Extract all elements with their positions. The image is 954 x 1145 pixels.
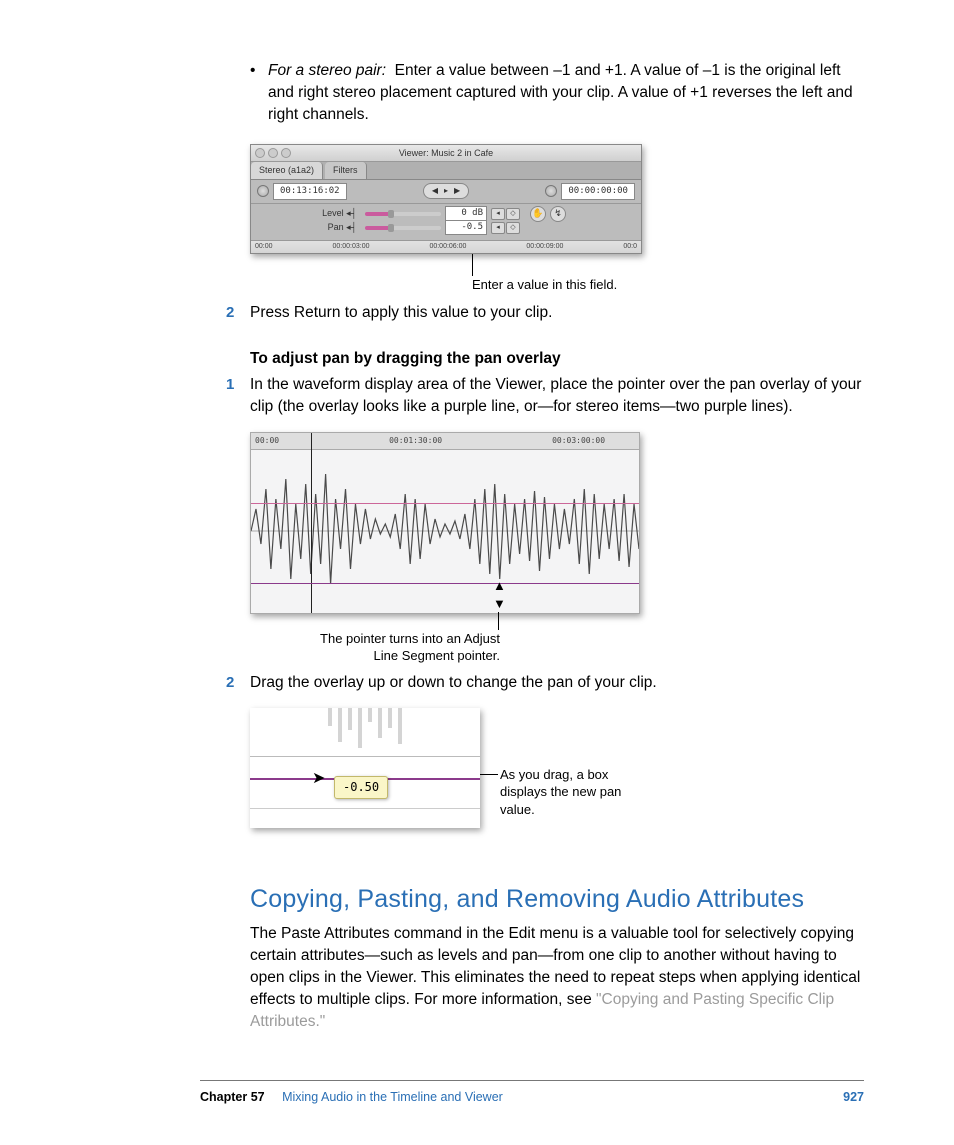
viewer-timecode-row: 00:13:16:02 ◀ ▸ ▶ 00:00:00:00	[251, 180, 641, 204]
ruler-tick: 00:00	[255, 242, 273, 252]
figure-drag-pan: ➤ -0.50 As you drag, a box displays the …	[250, 708, 864, 828]
figure2-caption: The pointer turns into an Adjust Line Se…	[300, 630, 500, 665]
ruler-tick: 00:00:09:00	[526, 242, 563, 252]
grab-icon[interactable]: ✋	[530, 206, 546, 222]
page-footer: Chapter 57 Mixing Audio in the Timeline …	[200, 1080, 864, 1107]
zoom-dot-icon	[281, 148, 291, 158]
pan-overlay-line[interactable]	[251, 583, 639, 584]
step-number: 1	[226, 374, 234, 395]
close-dot-icon	[255, 148, 265, 158]
mark-out-icon[interactable]: ▶	[454, 185, 460, 196]
drag-pan-box: ➤ -0.50	[250, 708, 480, 828]
timecode-left[interactable]: 00:13:16:02	[273, 183, 347, 200]
bullet-stereo-pair: • For a stereo pair: Enter a value betwe…	[250, 60, 864, 126]
ruler-tick: 00:0	[623, 242, 637, 252]
pan-label: Pan ◂┤	[257, 221, 361, 234]
waveform-ruler: 00:00 00:01:30:00 00:03:00:00 00:04:3	[251, 433, 639, 450]
figure-viewer: Viewer: Music 2 in Cafe Stereo (a1a2) Fi…	[250, 144, 864, 292]
tab-stereo[interactable]: Stereo (a1a2)	[251, 162, 323, 179]
ruler-tick: 00:00:03:00	[333, 242, 370, 252]
viewer-title: Viewer: Music 2 in Cafe	[399, 147, 493, 160]
step-text: Press Return to apply this value to your…	[250, 304, 552, 321]
ruler-tick: 00:00	[255, 435, 279, 446]
waveform-faded	[250, 708, 480, 752]
play-icon[interactable]: ▸	[444, 185, 448, 196]
figure3-caption: As you drag, a box displays the new pan …	[500, 766, 650, 819]
step-2-drag: 2 Drag the overlay up or down to change …	[250, 672, 864, 694]
waveform-svg	[251, 449, 639, 613]
figure1-caption: Enter a value in this field.	[472, 276, 617, 294]
ruler-tick: 00:01:30:00	[389, 435, 442, 446]
bullet-text: For a stereo pair: Enter a value between…	[268, 60, 864, 126]
level-slider[interactable]	[365, 212, 441, 216]
level-keyframe-add-icon[interactable]: ◇	[506, 208, 520, 220]
jog-icon-right[interactable]	[545, 185, 557, 197]
viewer-ruler: 00:00 00:00:03:00 00:00:06:00 00:00:09:0…	[251, 240, 641, 253]
playhead-line	[311, 433, 312, 613]
level-row: Level ◂┤ 0 dB ◂ ◇ ✋ ↯	[257, 207, 635, 221]
figure1-callout: Enter a value in this field.	[250, 258, 864, 292]
step-1-waveform: 1 In the waveform display area of the Vi…	[250, 374, 864, 418]
section-title: Copying, Pasting, and Removing Audio Att…	[250, 882, 864, 918]
pan-field[interactable]: -0.5	[445, 220, 487, 235]
footer-chapter-title: Mixing Audio in the Timeline and Viewer	[282, 1090, 503, 1104]
level-field[interactable]: 0 dB	[445, 206, 487, 221]
step-text: In the waveform display area of the View…	[250, 376, 861, 415]
level-keyframe-prev-icon[interactable]: ◂	[491, 208, 505, 220]
drag-icon[interactable]: ↯	[550, 206, 566, 222]
callout-line	[472, 254, 473, 276]
window-controls	[255, 148, 291, 158]
min-dot-icon	[268, 148, 278, 158]
play-buttons[interactable]: ◀ ▸ ▶	[423, 183, 469, 198]
tab-filters[interactable]: Filters	[325, 162, 367, 179]
viewer-params: Level ◂┤ 0 dB ◂ ◇ ✋ ↯ Pan ◂┤	[251, 204, 641, 240]
baseline	[250, 808, 480, 809]
pan-keyframe-prev-icon[interactable]: ◂	[491, 222, 505, 234]
step-text: Drag the overlay up or down to change th…	[250, 674, 657, 691]
step-2-return: 2 Press Return to apply this value to yo…	[250, 302, 864, 324]
viewer-window: Viewer: Music 2 in Cafe Stereo (a1a2) Fi…	[250, 144, 642, 254]
ruler-tick: 00:03:00:00	[552, 435, 605, 446]
step-number: 2	[226, 302, 234, 323]
pan-row: Pan ◂┤ -0.5 ◂ ◇	[257, 221, 635, 235]
waveform-box: 00:00 00:01:30:00 00:03:00:00 00:04:3	[250, 432, 640, 614]
jog-icon[interactable]	[257, 185, 269, 197]
divider-line	[250, 756, 480, 757]
level-overlay-line	[251, 503, 639, 504]
figure-waveform: 00:00 00:01:30:00 00:03:00:00 00:04:3	[250, 432, 864, 662]
bullet-label: For a stereo pair:	[268, 62, 386, 79]
footer-chapter: Chapter 57	[200, 1090, 265, 1104]
pan-tooltip: -0.50	[334, 776, 388, 799]
adjust-line-cursor-icon: ▲▼	[493, 577, 506, 614]
pan-keyframe-add-icon[interactable]: ◇	[506, 222, 520, 234]
level-label: Level ◂┤	[257, 207, 361, 220]
subhead-drag-pan: To adjust pan by dragging the pan overla…	[250, 348, 864, 370]
step-number: 2	[226, 672, 234, 693]
timecode-right[interactable]: 00:00:00:00	[561, 183, 635, 200]
arrow-cursor-icon: ➤	[312, 768, 325, 791]
ruler-tick: 00:00:06:00	[429, 242, 466, 252]
footer-page-number: 927	[843, 1089, 864, 1107]
pan-slider[interactable]	[365, 226, 441, 230]
callout-line	[498, 612, 499, 630]
section-body: The Paste Attributes command in the Edit…	[250, 923, 864, 1033]
viewer-titlebar: Viewer: Music 2 in Cafe	[251, 145, 641, 162]
figure2-callout: The pointer turns into an Adjust Line Se…	[250, 618, 640, 662]
bullet-dot: •	[250, 60, 268, 126]
mark-in-icon[interactable]: ◀	[432, 185, 438, 196]
viewer-tabs: Stereo (a1a2) Filters	[251, 162, 641, 180]
